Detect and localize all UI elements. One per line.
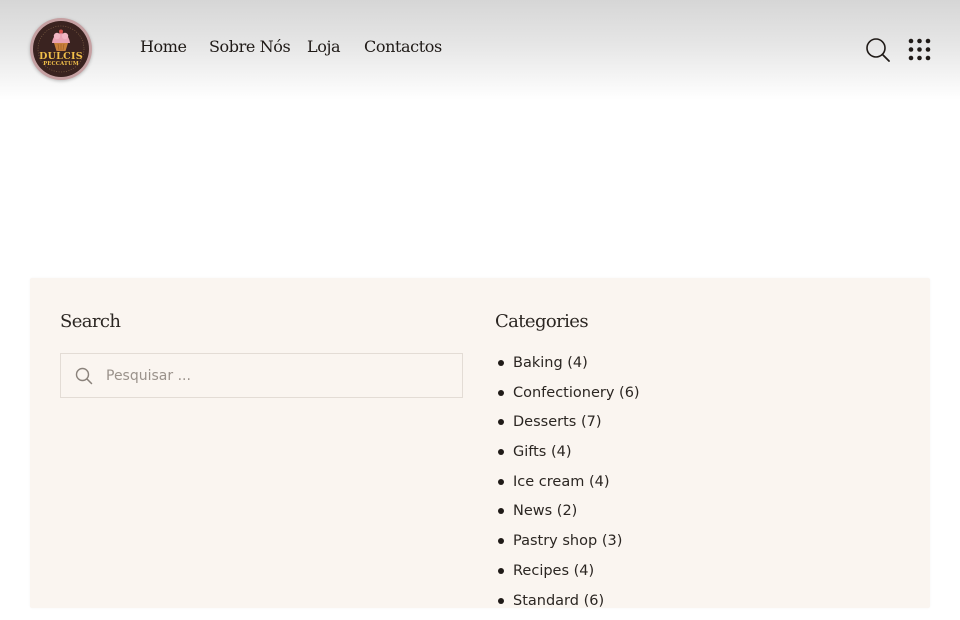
category-name[interactable]: News xyxy=(513,503,552,519)
bullet xyxy=(498,508,504,514)
category-count: (7) xyxy=(581,414,602,430)
category-item[interactable]: Pastry shop (3) xyxy=(495,531,640,561)
search-icon xyxy=(75,367,93,389)
categories-list: Baking (4) Confectionery (6) Desserts (7… xyxy=(495,353,640,620)
bullet xyxy=(498,568,504,574)
category-name[interactable]: Ice cream xyxy=(513,474,584,490)
category-name[interactable]: Pastry shop xyxy=(513,533,597,549)
category-name[interactable]: Recipes xyxy=(513,563,569,579)
category-item[interactable]: Gifts (4) xyxy=(495,442,640,472)
bullet xyxy=(498,449,504,455)
category-count: (6) xyxy=(619,385,640,401)
search-input[interactable] xyxy=(106,354,446,397)
category-count: (4) xyxy=(589,474,610,490)
category-name[interactable]: Gifts xyxy=(513,444,546,460)
category-item[interactable]: Ice cream (4) xyxy=(495,472,640,502)
bullet xyxy=(498,479,504,485)
nav-sobre-nos[interactable]: Sobre Nós xyxy=(209,37,290,56)
category-item[interactable]: Desserts (7) xyxy=(495,412,640,442)
category-item[interactable]: Baking (4) xyxy=(495,353,640,383)
nav-loja[interactable]: Loja xyxy=(307,37,340,56)
category-name[interactable]: Standard xyxy=(513,593,579,609)
category-item[interactable]: Confectionery (6) xyxy=(495,383,640,413)
nav-contactos[interactable]: Contactos xyxy=(364,37,442,56)
category-count: (6) xyxy=(584,593,605,609)
categories-widget-title: Categories xyxy=(495,311,588,332)
category-count: (4) xyxy=(551,444,572,460)
site-logo[interactable]: DULCIS PECCATUM xyxy=(30,18,92,80)
category-item[interactable]: News (2) xyxy=(495,501,640,531)
category-count: (2) xyxy=(557,503,578,519)
search-form[interactable] xyxy=(60,353,463,398)
bullet xyxy=(498,598,504,604)
category-name[interactable]: Desserts xyxy=(513,414,576,430)
bullet xyxy=(498,360,504,366)
grid-menu-icon[interactable] xyxy=(908,38,931,61)
logo-text-line2: PECCATUM xyxy=(33,62,89,67)
nav-home[interactable]: Home xyxy=(140,37,187,56)
cupcake-icon xyxy=(33,21,89,77)
category-count: (4) xyxy=(567,355,588,371)
search-widget-title: Search xyxy=(60,311,120,332)
bullet xyxy=(498,390,504,396)
category-name[interactable]: Baking xyxy=(513,355,563,371)
category-item[interactable]: Standard (6) xyxy=(495,591,640,620)
category-name[interactable]: Confectionery xyxy=(513,385,614,401)
logo-badge: DULCIS PECCATUM xyxy=(33,21,89,77)
bullet xyxy=(498,419,504,425)
category-count: (3) xyxy=(602,533,623,549)
bullet xyxy=(498,538,504,544)
footer-widgets-area: Search Categories Baking (4) Confectione… xyxy=(30,278,930,608)
category-item[interactable]: Recipes (4) xyxy=(495,561,640,591)
category-count: (4) xyxy=(574,563,595,579)
site-header: DULCIS PECCATUM Home Sobre Nós Loja Cont… xyxy=(0,0,960,100)
search-icon[interactable] xyxy=(865,37,891,63)
